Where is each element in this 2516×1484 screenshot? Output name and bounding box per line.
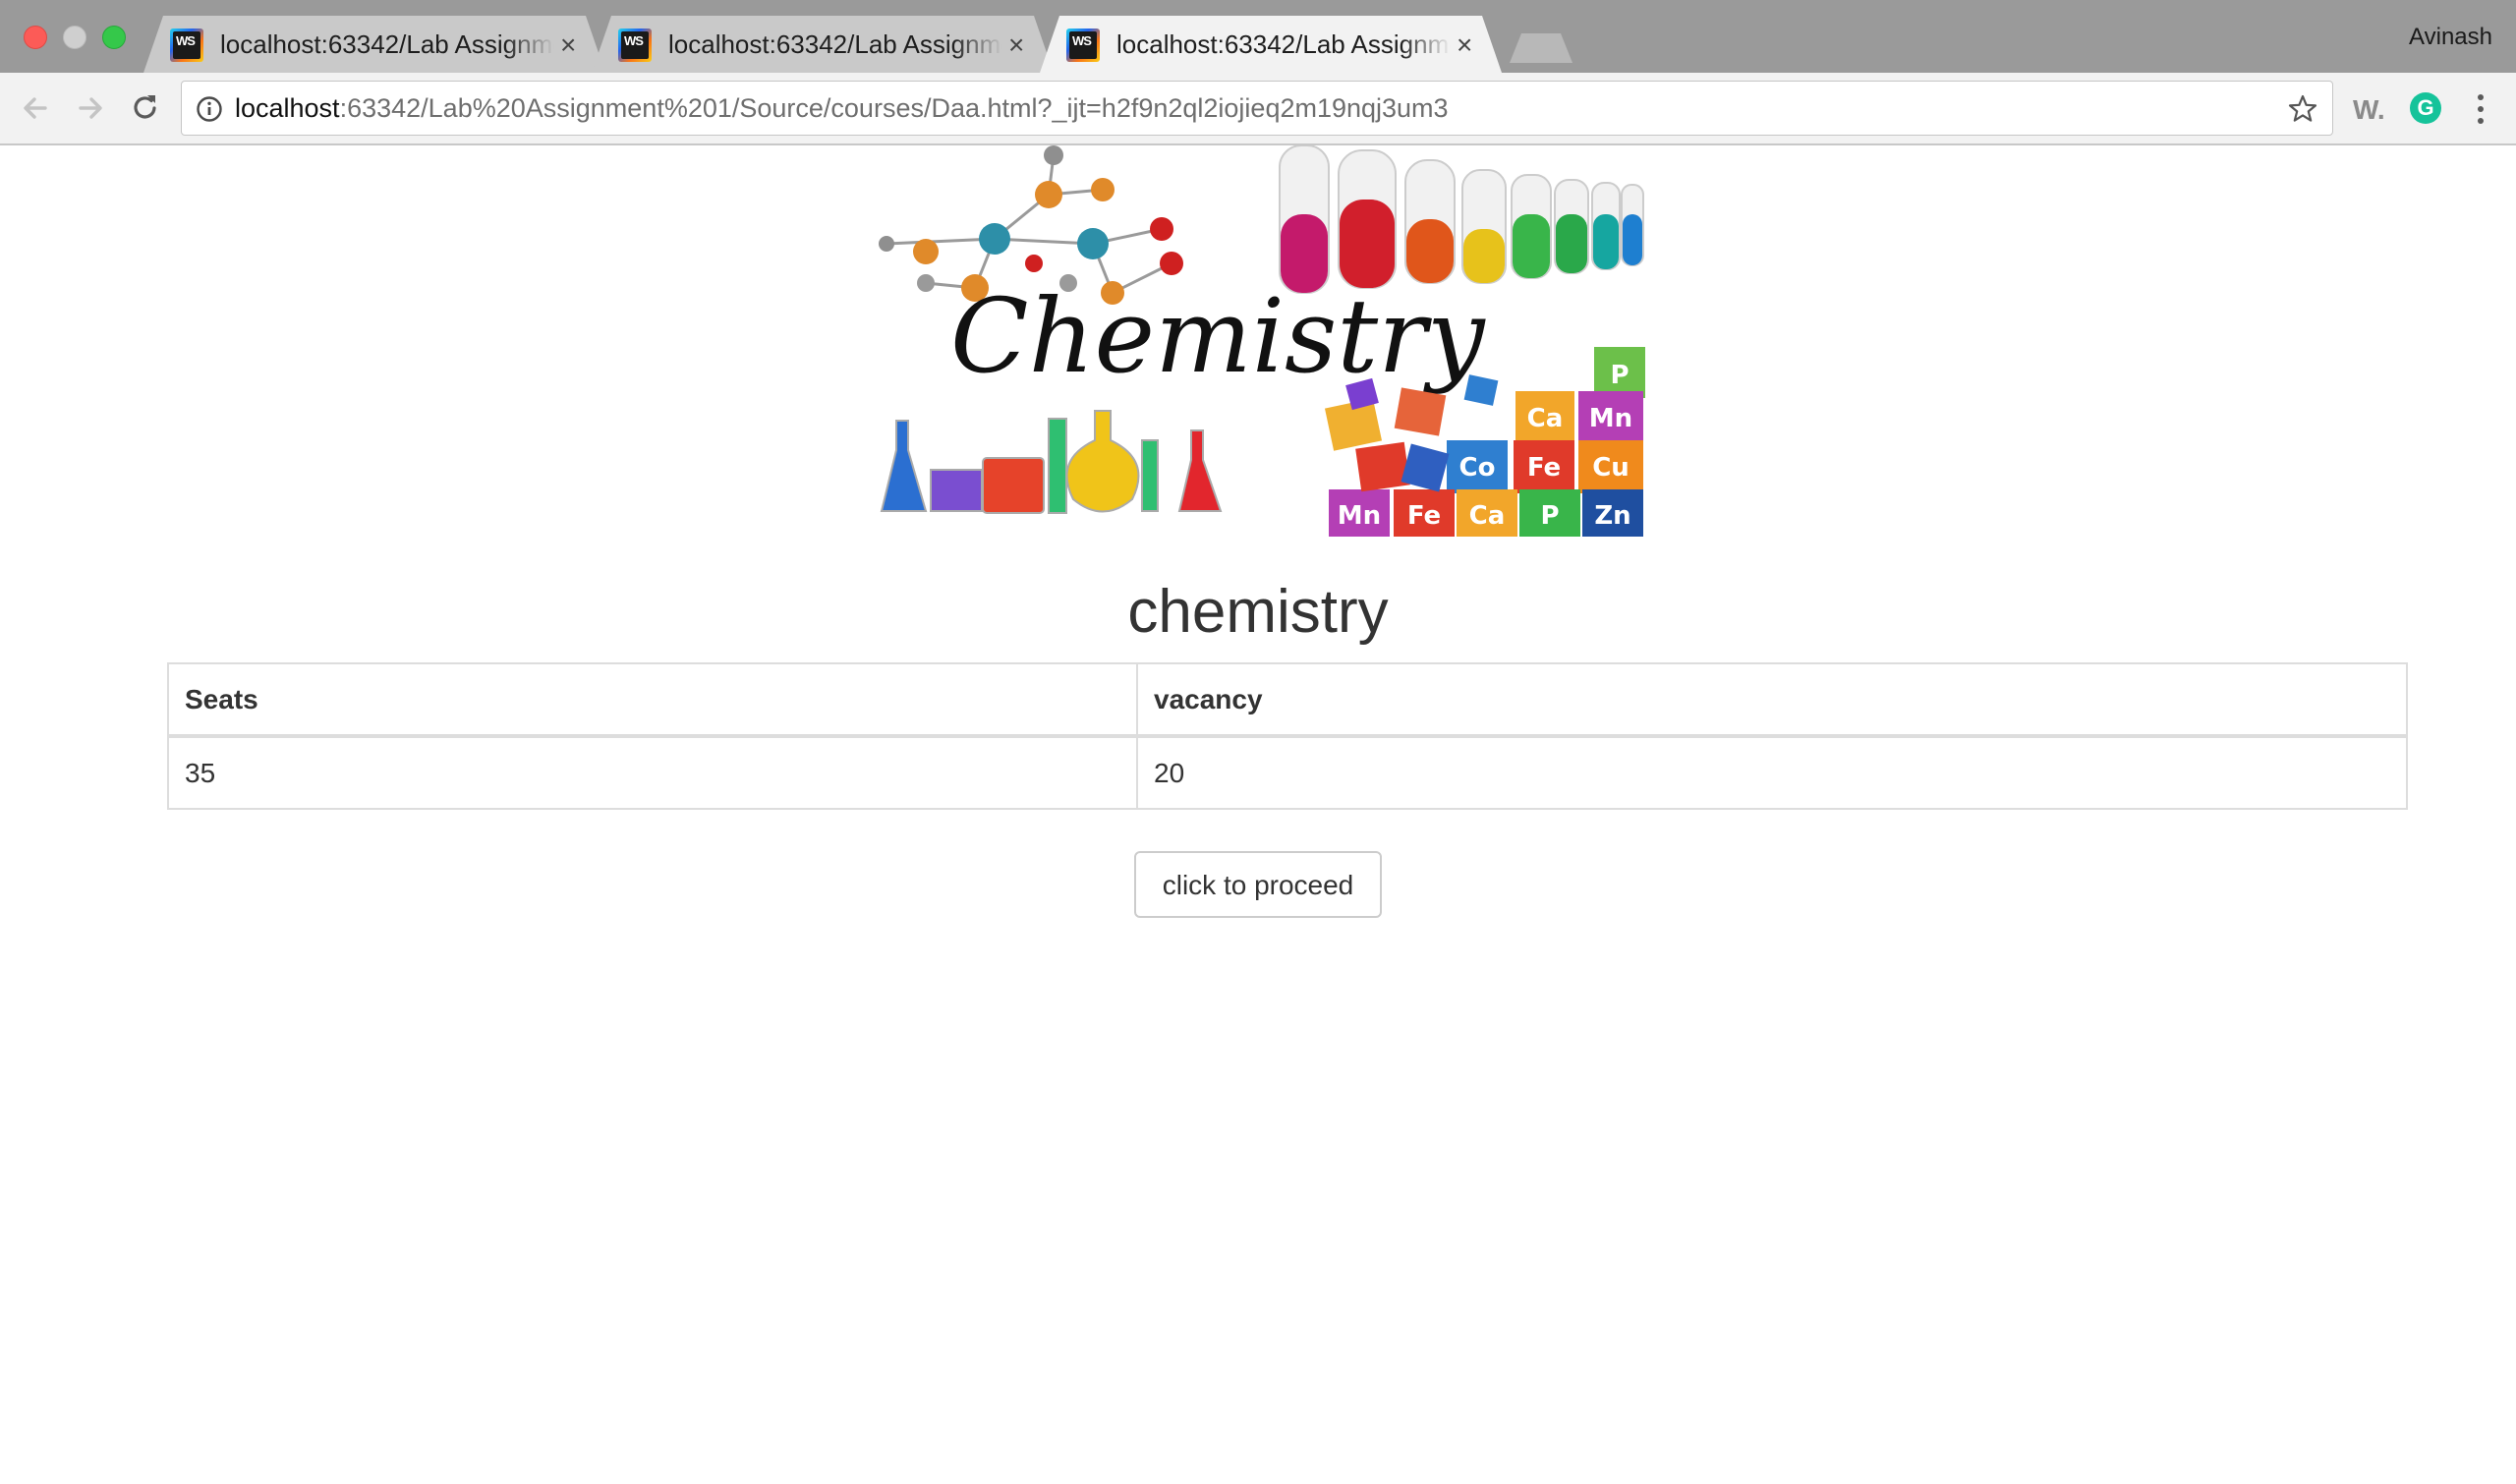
window-close-button[interactable] <box>24 26 47 49</box>
proceed-button[interactable]: click to proceed <box>1134 851 1382 918</box>
vacancy-value: 20 <box>1136 735 2408 810</box>
svg-text:Ca: Ca <box>1527 404 1564 433</box>
svg-text:P: P <box>1540 501 1559 531</box>
chemistry-banner-image: Chemistry P Ca Mn Co Fe Cu Mn Fe Ca P Zn <box>867 145 1645 537</box>
address-bar[interactable]: localhost:63342/Lab%20Assignment%201/Sou… <box>181 81 2333 136</box>
webstorm-icon: WS <box>618 29 652 62</box>
webstorm-icon: WS <box>1066 29 1100 62</box>
banner-word: Chemistry <box>950 276 1486 396</box>
new-tab-button[interactable] <box>1510 33 1572 63</box>
tab-strip: WS localhost:63342/Lab Assignment 1 × WS… <box>0 0 2516 73</box>
bookmark-star-icon[interactable] <box>2287 93 2318 125</box>
browser-tab[interactable]: WS localhost:63342/Lab Assignment 1 × <box>592 16 1054 73</box>
svg-text:Ca: Ca <box>1469 501 1506 531</box>
back-arrow-icon[interactable] <box>18 90 53 126</box>
svg-text:P: P <box>1610 361 1629 390</box>
seats-value: 35 <box>167 735 1138 810</box>
close-tab-icon[interactable]: × <box>1008 29 1024 61</box>
svg-text:Zn: Zn <box>1594 501 1630 531</box>
column-header-seats: Seats <box>167 662 1138 738</box>
table-header-row: Seats vacancy <box>167 662 2408 738</box>
course-info-table: Seats vacancy 35 20 <box>167 662 2408 810</box>
profile-name[interactable]: Avinash <box>2409 24 2492 51</box>
browser-tab-active[interactable]: WS localhost:63342/Lab Assignment 1 × <box>1040 16 1502 73</box>
close-tab-icon[interactable]: × <box>1457 29 1472 61</box>
browser-toolbar: localhost:63342/Lab%20Assignment%201/Sou… <box>0 73 2516 145</box>
tab-title: localhost:63342/Lab Assignment 1 <box>668 29 1002 59</box>
svg-text:Co: Co <box>1459 453 1496 483</box>
column-header-vacancy: vacancy <box>1136 662 2408 738</box>
tab-title: localhost:63342/Lab Assignment 1 <box>1116 29 1451 59</box>
grammarly-icon[interactable]: G <box>2410 92 2441 124</box>
svg-text:Cu: Cu <box>1592 453 1630 483</box>
w-extension-icon[interactable]: W. <box>2353 94 2385 126</box>
info-icon[interactable] <box>196 95 223 123</box>
close-tab-icon[interactable]: × <box>560 29 576 61</box>
window-minimize-button[interactable] <box>63 26 86 49</box>
window-maximize-button[interactable] <box>102 26 126 49</box>
webstorm-icon: WS <box>170 29 203 62</box>
more-menu-icon[interactable] <box>2471 92 2490 126</box>
tab-title: localhost:63342/Lab Assignment 1 <box>220 29 554 59</box>
table-row: 35 20 <box>167 735 2408 810</box>
svg-text:Fe: Fe <box>1407 501 1441 531</box>
browser-tab[interactable]: WS localhost:63342/Lab Assignment 1 × <box>143 16 605 73</box>
svg-text:Fe: Fe <box>1527 453 1561 483</box>
reload-icon[interactable] <box>128 90 163 126</box>
forward-arrow-icon[interactable] <box>73 90 108 126</box>
svg-text:Mn: Mn <box>1589 404 1632 433</box>
address-url: localhost:63342/Lab%20Assignment%201/Sou… <box>235 93 1449 123</box>
svg-text:Mn: Mn <box>1338 501 1381 531</box>
page-title: chemistry <box>1127 578 1389 646</box>
